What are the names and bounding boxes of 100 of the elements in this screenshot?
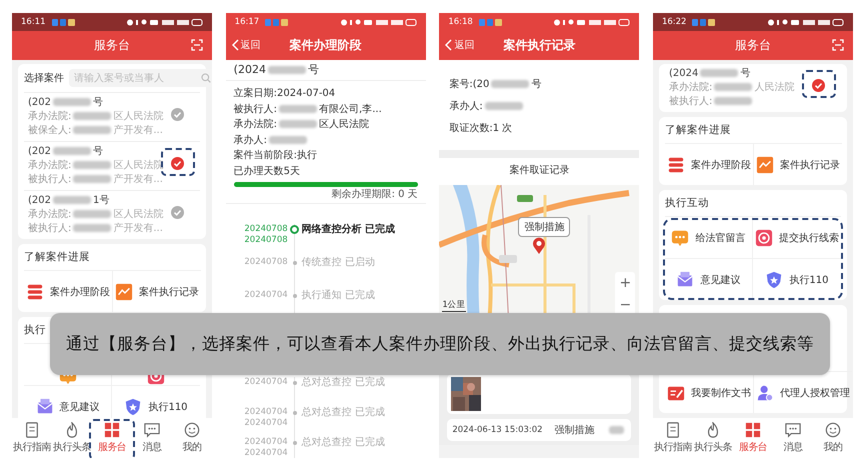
document-icon — [666, 384, 685, 402]
section-title: 执行互动 — [664, 197, 709, 209]
case-number: (202 1号 — [28, 194, 110, 208]
scan-icon[interactable] — [832, 39, 844, 51]
map-pin-icon[interactable] — [532, 237, 546, 254]
tab[interactable]: 执行指南 — [652, 418, 693, 458]
service-tile[interactable]: 案件执行记录 — [754, 143, 842, 185]
status-time: 16:11 — [21, 17, 46, 27]
back-icon — [232, 39, 239, 51]
case-detail: 承办法院: 区人民法院 — [28, 208, 164, 222]
case-detail: 被保全人: 产开发有... — [28, 124, 164, 138]
service-tile[interactable]: 案件办理阶段 — [664, 143, 754, 185]
tab[interactable]: 消息 — [132, 418, 172, 458]
record-type: 强制措施 — [554, 424, 595, 437]
tab-icon — [744, 422, 761, 438]
tab-icon — [24, 422, 40, 438]
service-tile[interactable]: 案件办理阶段 — [24, 270, 113, 312]
timeline-date: 20240708 20240708 — [243, 224, 288, 246]
status-time: 16:22 — [662, 17, 686, 27]
timeline-step: 总对总查控 已完成 — [302, 437, 426, 448]
check-icon[interactable] — [171, 206, 184, 219]
check-icon[interactable] — [171, 157, 184, 170]
back-icon — [445, 39, 452, 51]
back-button[interactable]: 返回 — [230, 38, 263, 52]
back-button[interactable]: 返回 — [443, 38, 476, 52]
timeline-step: 总对总查控 已完成 — [302, 377, 426, 388]
hotline-icon — [124, 398, 142, 416]
section-title: 了解案件进展 — [24, 251, 90, 263]
case-field: 案件当前阶段:执行 — [234, 148, 418, 164]
case-detail: 承办法院: 区人民法院 — [28, 110, 164, 124]
field-label: 选择案件 — [24, 72, 64, 85]
timeline-step: 执行通知 已完成 — [302, 290, 426, 301]
zoom-out-button[interactable]: − — [615, 294, 636, 316]
agent-icon — [756, 384, 774, 402]
case-number: (2024 号 — [668, 67, 752, 81]
service-tile[interactable]: 意见建议 — [664, 258, 753, 300]
tab[interactable]: 执行指南 — [12, 418, 52, 458]
tab-icon — [664, 422, 681, 438]
tab[interactable]: 服务台 — [732, 418, 773, 458]
timeline-step: 传统查控 已启动 — [302, 257, 426, 268]
scan-icon[interactable] — [191, 39, 203, 51]
case-detail: 被执行人: — [668, 95, 841, 109]
notification-icons-drawing — [265, 18, 290, 26]
case-field: 承办人: — [234, 132, 418, 148]
remaining-time: 剩余办理期限: 0 天 — [332, 189, 418, 200]
tab[interactable]: 执行头条 — [692, 418, 733, 458]
tab[interactable]: 我的 — [172, 418, 212, 458]
case-field: 已办理天数5天 — [234, 164, 418, 179]
hotline-icon — [765, 270, 784, 288]
timeline-dot — [292, 411, 297, 415]
status-time: 16:17 — [234, 17, 260, 27]
records-icon — [756, 156, 774, 174]
screen-title: 服务台 — [734, 37, 771, 54]
timeline-dot — [292, 381, 297, 385]
timeline-dot — [292, 441, 297, 445]
case-number: (202 号 — [28, 96, 104, 110]
tab-icon — [184, 422, 200, 438]
tab-icon — [144, 422, 160, 438]
timeline-date: 20240704 20240704 — [243, 437, 288, 458]
check-icon[interactable] — [171, 108, 184, 121]
service-tile[interactable]: 给法官留言 — [664, 216, 753, 258]
case-field: 案号:(20 号 — [449, 74, 630, 96]
timeline-step: 网络查控分析 已完成 — [302, 224, 426, 235]
case-field: 承办人: — [449, 96, 630, 118]
tab[interactable]: 我的 — [812, 418, 853, 458]
case-field: 承办法院: 区人民法院 — [234, 117, 418, 132]
record-time: 2024-06-13 15:03:02 — [452, 425, 543, 435]
tab-icon — [64, 422, 80, 438]
timeline-date: 20240708 — [243, 257, 288, 268]
case-field: 取证次数:1 次 — [449, 118, 630, 140]
service-tile[interactable]: 提交执行线索 — [752, 216, 841, 258]
timeline-dot — [290, 225, 300, 234]
section-title: 了解案件进展 — [664, 124, 731, 136]
map-scale: 1公里 — [442, 299, 466, 312]
section-title: 案件取证记录 — [509, 165, 570, 176]
zoom-in-button[interactable]: + — [615, 272, 636, 294]
service-tile[interactable]: 案件执行记录 — [113, 270, 201, 312]
section-title: 执行 — [24, 324, 46, 336]
case-field: 立案日期:2024-07-04 — [234, 86, 418, 102]
timeline-date: 20240704 — [243, 377, 288, 388]
service-tile[interactable]: 执行110 — [752, 258, 841, 300]
check-icon[interactable] — [812, 79, 825, 92]
map-marker-label[interactable]: 强制措施 — [518, 217, 570, 237]
tab-icon — [784, 422, 801, 438]
case-field: 被执行人: 有限公司,李... — [234, 102, 418, 117]
timeline-dot — [292, 294, 297, 298]
tab-icon — [824, 422, 841, 438]
case-number: (202 号 — [28, 145, 104, 159]
case-number: (2024 号 — [226, 60, 426, 81]
feedback-icon — [676, 270, 694, 288]
stages-icon — [26, 282, 44, 300]
tab-icon — [104, 422, 120, 438]
tab[interactable]: 消息 — [772, 418, 813, 458]
message-icon — [671, 228, 690, 246]
records-icon — [115, 282, 133, 300]
tab[interactable]: 服务台 — [92, 418, 132, 458]
stages-icon — [666, 156, 685, 174]
feedback-icon — [36, 398, 54, 416]
notification-icons-drawing — [692, 18, 716, 26]
search-icon — [201, 73, 211, 83]
